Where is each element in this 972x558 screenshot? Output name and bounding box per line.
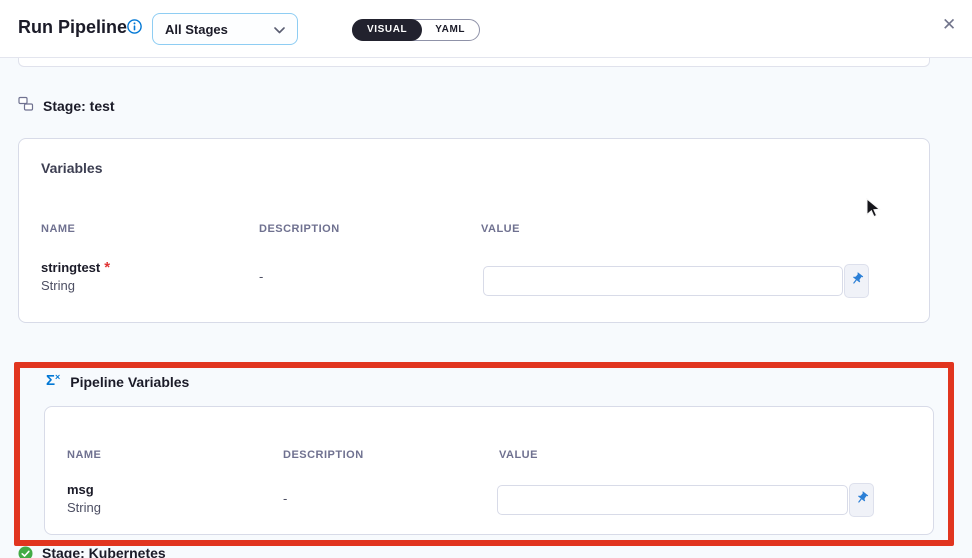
variable-name: stringtest: [41, 260, 100, 275]
close-icon[interactable]: ✕: [942, 15, 956, 35]
scrolled-card-remnant: [18, 58, 930, 67]
modal-body: Stage: test Variables NAME DESCRIPTION V…: [0, 58, 972, 558]
variables-card-title: Variables: [41, 160, 103, 176]
required-asterisk: *: [100, 259, 110, 276]
column-header-name: NAME: [41, 223, 75, 235]
info-icon[interactable]: [127, 19, 142, 34]
stages-icon: [18, 96, 34, 115]
pipeline-variables-heading: Σ× Pipeline Variables: [46, 373, 189, 390]
variable-name-cell: msg String: [67, 481, 101, 517]
pipeline-variables-icon: Σ×: [46, 373, 60, 390]
stage-filter-value: All Stages: [165, 22, 228, 37]
column-header-value: VALUE: [481, 223, 520, 235]
column-header-description: DESCRIPTION: [259, 223, 340, 235]
column-header-value: VALUE: [499, 449, 538, 461]
page-title: Run Pipeline: [18, 17, 127, 38]
toggle-yaml[interactable]: YAML: [421, 20, 479, 40]
variable-description: -: [259, 269, 263, 284]
stage-kubernetes-label: Stage: Kubernetes: [42, 545, 166, 558]
fixed-value-pin-button[interactable]: [849, 483, 874, 517]
variable-value-group: [497, 485, 874, 517]
variable-type: String: [67, 500, 101, 515]
toggle-visual[interactable]: VISUAL: [352, 19, 422, 41]
pin-icon: [850, 272, 864, 291]
stage-test-label: Stage: test: [43, 98, 115, 114]
stage-test-heading: Stage: test: [18, 96, 115, 115]
modal-header: Run Pipeline All Stages VISUAL YAML ✕: [0, 0, 972, 58]
visual-yaml-toggle: VISUAL YAML: [352, 19, 480, 41]
chevron-down-icon: [274, 22, 285, 37]
variables-card: Variables NAME DESCRIPTION VALUE stringt…: [18, 138, 930, 323]
fixed-value-pin-button[interactable]: [844, 264, 869, 298]
variable-value-group: [483, 266, 869, 298]
variable-type: String: [41, 278, 75, 293]
variable-name-cell: stringtest* String: [41, 259, 110, 295]
column-header-name: NAME: [67, 449, 101, 461]
stage-kubernetes-heading: Stage: Kubernetes: [18, 545, 166, 558]
pipeline-variables-card: NAME DESCRIPTION VALUE msg String -: [44, 406, 934, 535]
variable-name: msg: [67, 482, 94, 497]
check-circle-icon: [18, 546, 33, 558]
variable-description: -: [283, 491, 287, 506]
stage-filter-select[interactable]: All Stages: [152, 13, 298, 45]
pipeline-variables-title: Pipeline Variables: [70, 374, 189, 390]
run-pipeline-modal: Run Pipeline All Stages VISUAL YAML ✕: [0, 0, 972, 558]
variable-value-input[interactable]: [497, 485, 848, 515]
variable-value-input[interactable]: [483, 266, 843, 296]
pin-icon: [855, 491, 869, 510]
column-header-description: DESCRIPTION: [283, 449, 364, 461]
